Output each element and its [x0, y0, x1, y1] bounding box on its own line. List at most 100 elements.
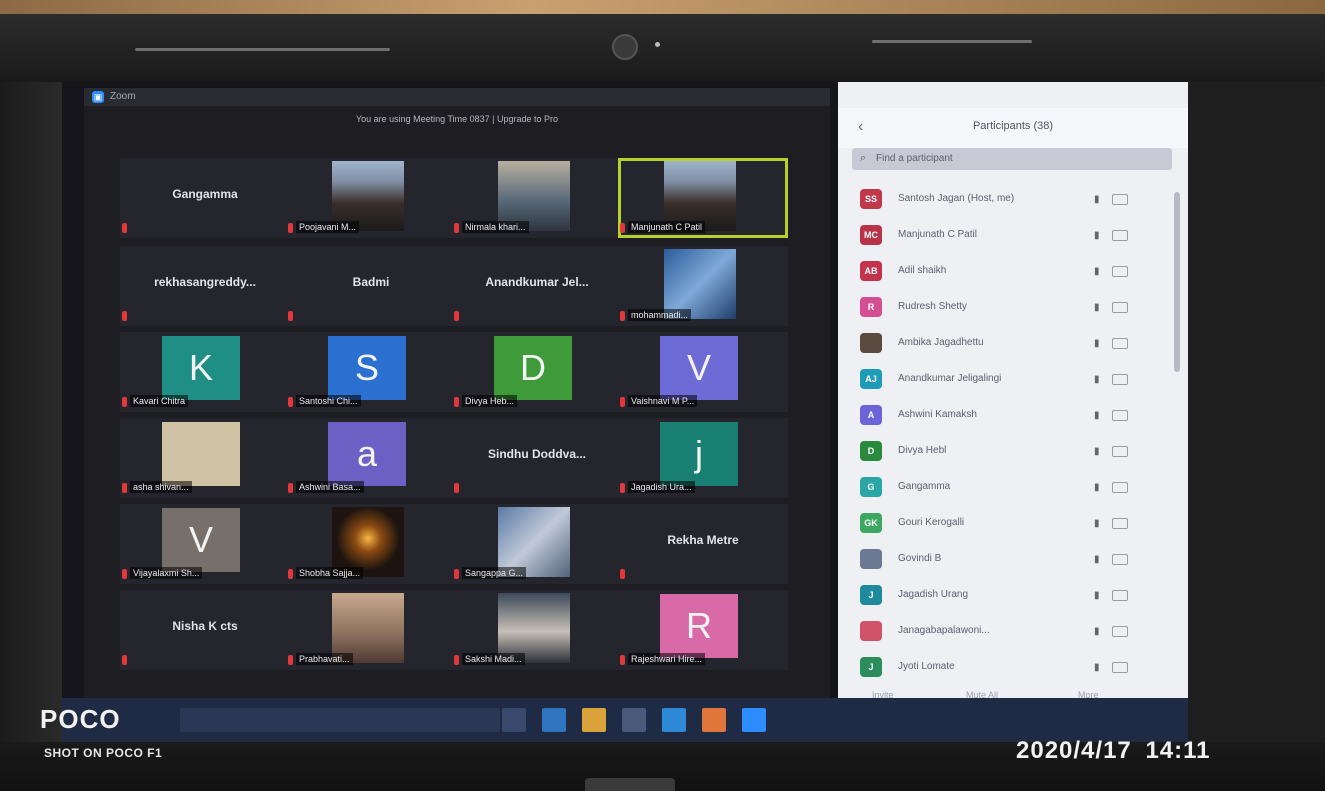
participant-row[interactable]: Govindi B ▮ — [838, 542, 1168, 578]
mic-icon[interactable]: ▮ — [1094, 446, 1100, 457]
participant-name: Badmi — [352, 275, 390, 289]
video-tile[interactable]: Sangappa G... — [452, 504, 622, 584]
participant-scrollbar[interactable] — [1174, 192, 1180, 372]
muted-mic-icon — [288, 397, 293, 407]
camera-icon[interactable] — [1112, 662, 1128, 673]
participant-avatar: J — [860, 657, 882, 677]
video-tile[interactable]: Sindhu Doddva... — [452, 418, 622, 498]
camera-icon[interactable] — [1112, 590, 1128, 601]
mic-icon[interactable]: ▮ — [1094, 302, 1100, 313]
video-tile[interactable]: R Rajeshwari Hire... — [618, 590, 788, 670]
muted-mic-icon — [454, 311, 459, 321]
participant-row[interactable]: R Rudresh Shetty ▮ — [838, 290, 1168, 326]
participant-row[interactable]: D Divya Hebl ▮ — [838, 434, 1168, 470]
participant-row[interactable]: A Ashwini Kamaksh ▮ — [838, 398, 1168, 434]
muted-mic-icon — [620, 397, 625, 407]
camera-icon[interactable] — [1112, 446, 1128, 457]
file-explorer-icon[interactable] — [582, 708, 606, 732]
participant-row[interactable]: GK Gouri Kerogalli ▮ — [838, 506, 1168, 542]
mic-icon[interactable]: ▮ — [1094, 554, 1100, 565]
video-tile[interactable]: Nirmala khari... — [452, 158, 622, 238]
video-tile[interactable]: Shobha Sajja... — [286, 504, 456, 584]
store-icon[interactable] — [622, 708, 646, 732]
participant-name: Manjunath C Patil — [898, 229, 977, 240]
webcam-led — [655, 42, 660, 47]
participant-row[interactable]: AB Adil shaikh ▮ — [838, 254, 1168, 290]
video-tile[interactable]: j Jagadish Ura... — [618, 418, 788, 498]
mic-icon[interactable]: ▮ — [1094, 626, 1100, 637]
participant-row[interactable]: G Gangamma ▮ — [838, 470, 1168, 506]
zoom-logo-icon: ▣ — [92, 91, 104, 103]
video-tile[interactable]: Badmi — [286, 246, 456, 326]
participant-row[interactable]: Ambika Jagadhettu ▮ — [838, 326, 1168, 362]
video-tile[interactable]: asha shivan... — [120, 418, 290, 498]
zoom-taskbar-icon[interactable] — [742, 708, 766, 732]
participant-row[interactable]: J Jagadish Urang ▮ — [838, 578, 1168, 614]
muted-mic-icon — [620, 223, 625, 233]
video-tile[interactable]: Poojavani M... — [286, 158, 456, 238]
mic-icon[interactable]: ▮ — [1094, 374, 1100, 385]
video-tile[interactable]: D Divya Heb... — [452, 332, 622, 412]
video-tile[interactable]: Manjunath C Patil — [618, 158, 788, 238]
participant-name: Sindhu Doddva... — [488, 447, 586, 461]
mic-icon[interactable]: ▮ — [1094, 266, 1100, 277]
participant-name: rekhasangreddy... — [154, 275, 256, 289]
camera-icon[interactable] — [1112, 374, 1128, 385]
app-icon[interactable] — [702, 708, 726, 732]
video-tile[interactable]: Gangamma — [120, 158, 290, 238]
participant-row[interactable]: Janagabapalawoni... ▮ — [838, 614, 1168, 650]
camera-icon[interactable] — [1112, 266, 1128, 277]
window-title-bar[interactable]: ▣ Zoom — [84, 88, 830, 106]
tile-name-label: Vijayalaxmi Sh... — [130, 567, 203, 579]
participant-row[interactable]: SS Santosh Jagan (Host, me) ▮ — [838, 182, 1168, 218]
video-tile[interactable]: K Kavari Chitra — [120, 332, 290, 412]
photo-timestamp: 2020/4/17 14:11 — [1016, 737, 1211, 764]
mic-icon[interactable]: ▮ — [1094, 230, 1100, 241]
find-participant-input[interactable]: ⌕ Find a participant — [852, 148, 1172, 170]
video-tile[interactable]: S Santoshi Chi... — [286, 332, 456, 412]
video-tile[interactable]: Anandkumar Jel... — [452, 246, 622, 326]
mail-icon[interactable] — [662, 708, 686, 732]
camera-icon[interactable] — [1112, 482, 1128, 493]
camera-icon[interactable] — [1112, 194, 1128, 205]
camera-icon[interactable] — [1112, 626, 1128, 637]
video-tile[interactable]: Rekha Metre — [618, 504, 788, 584]
participant-name: Rudresh Shetty — [898, 301, 967, 312]
video-tile[interactable]: Sakshi Madi... — [452, 590, 622, 670]
video-tile[interactable]: V Vijayalaxmi Sh... — [120, 504, 290, 584]
muted-mic-icon — [288, 223, 293, 233]
mic-icon[interactable]: ▮ — [1094, 518, 1100, 529]
mic-icon[interactable]: ▮ — [1094, 482, 1100, 493]
camera-icon[interactable] — [1112, 518, 1128, 529]
participant-row[interactable]: J Jyoti Lomate ▮ — [838, 650, 1168, 686]
mic-icon[interactable]: ▮ — [1094, 338, 1100, 349]
mic-icon[interactable]: ▮ — [1094, 662, 1100, 673]
video-tile[interactable]: a Ashwini Basa... — [286, 418, 456, 498]
participant-row[interactable]: AJ Anandkumar Jeligalingi ▮ — [838, 362, 1168, 398]
taskbar-search-box[interactable] — [180, 708, 500, 732]
mic-icon[interactable]: ▮ — [1094, 410, 1100, 421]
video-tile[interactable]: rekhasangreddy... — [120, 246, 290, 326]
camera-icon[interactable] — [1112, 230, 1128, 241]
participant-avatar: A — [860, 405, 882, 425]
tile-name-label: Jagadish Ura... — [628, 481, 695, 493]
edge-icon[interactable] — [542, 708, 566, 732]
avatar: V — [660, 336, 738, 400]
task-view-icon[interactable] — [502, 708, 526, 732]
video-tile[interactable]: Nisha K cts — [120, 590, 290, 670]
video-tile[interactable]: V Vaishnavi M P... — [618, 332, 788, 412]
avatar: a — [328, 422, 406, 486]
camera-icon[interactable] — [1112, 338, 1128, 349]
mic-icon[interactable]: ▮ — [1094, 590, 1100, 601]
mic-icon[interactable]: ▮ — [1094, 194, 1100, 205]
participant-row[interactable]: MC Manjunath C Patil ▮ — [838, 218, 1168, 254]
camera-icon[interactable] — [1112, 554, 1128, 565]
video-tile[interactable]: mohammadi... — [618, 246, 788, 326]
camera-icon[interactable] — [1112, 410, 1128, 421]
video-tile[interactable]: Prabhavati... — [286, 590, 456, 670]
camera-icon[interactable] — [1112, 302, 1128, 313]
participant-avatar — [860, 549, 882, 569]
muted-mic-icon — [122, 483, 127, 493]
meeting-banner[interactable]: You are using Meeting Time 0837 | Upgrad… — [84, 114, 830, 124]
muted-mic-icon — [122, 223, 127, 233]
